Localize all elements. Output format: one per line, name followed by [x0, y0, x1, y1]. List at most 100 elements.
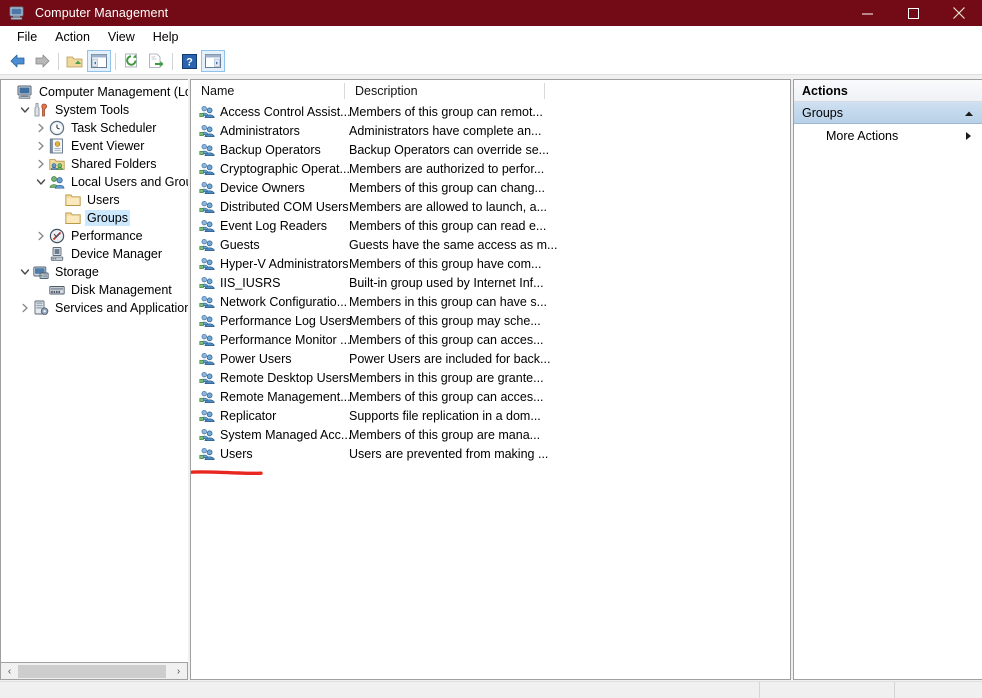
tree-item-label: Disk Management: [71, 283, 172, 297]
group-description-cell: Members are allowed to launch, a...: [349, 199, 548, 214]
table-row[interactable]: Performance Log Users Members of this gro…: [191, 311, 790, 330]
console-tree-pane[interactable]: Computer Management (Local System Tools Ta…: [0, 79, 188, 663]
table-row[interactable]: Backup Operators Backup Operators can ove…: [191, 140, 790, 159]
scroll-left-arrow-icon[interactable]: ‹: [1, 664, 18, 679]
groups-list-pane[interactable]: Name Description Access Control Assist..…: [190, 79, 791, 680]
table-row[interactable]: Replicator Supports file replication in a…: [191, 406, 790, 425]
column-header-name[interactable]: Name: [191, 80, 344, 102]
table-row[interactable]: Administrators Administrators have comple…: [191, 121, 790, 140]
services-applications-icon: [33, 300, 49, 316]
table-row[interactable]: IIS_IUSRS Built-in group used by Internet…: [191, 273, 790, 292]
menu-bar: File Action View Help: [0, 26, 982, 48]
group-name-cell: Guests: [220, 237, 260, 252]
chevron-up-icon[interactable]: [964, 102, 974, 124]
tree-item-shared-folders[interactable]: Shared Folders: [1, 155, 188, 173]
group-icon: [199, 123, 215, 139]
tree-item-storage[interactable]: Storage: [1, 263, 188, 281]
table-row[interactable]: Network Configuratio... Members in this g…: [191, 292, 790, 311]
group-description-cell: Administrators have complete an...: [349, 123, 542, 138]
tree-item-label: Task Scheduler: [71, 121, 157, 135]
tree-item-performance[interactable]: Performance: [1, 227, 188, 245]
tree-item-users[interactable]: Users: [1, 191, 188, 209]
table-row[interactable]: Device Owners Members of this group can c…: [191, 178, 790, 197]
refresh-button[interactable]: [120, 50, 144, 72]
forward-button[interactable]: [30, 50, 54, 72]
tree-item-label: Event Viewer: [71, 139, 145, 153]
group-icon: [199, 199, 215, 215]
chevron-right-icon[interactable]: [33, 227, 49, 245]
group-name-cell: Performance Log Users: [220, 313, 353, 328]
table-row[interactable]: Performance Monitor ... Members of this g…: [191, 330, 790, 349]
group-icon: [199, 351, 215, 367]
tree-item-label: Device Manager: [71, 247, 163, 261]
tree-item-groups[interactable]: Groups: [1, 209, 188, 227]
chevron-right-icon[interactable]: [33, 155, 49, 173]
table-row[interactable]: Power Users Power Users are included for …: [191, 349, 790, 368]
group-icon: [199, 180, 215, 196]
list-body: Access Control Assist... Members of this …: [191, 102, 790, 463]
local-users-groups-icon: [49, 174, 65, 190]
show-hide-action-pane-button[interactable]: [201, 50, 225, 72]
table-row[interactable]: Users Users are prevented from making ...: [191, 444, 790, 463]
table-row[interactable]: Cryptographic Operat... Members are autho…: [191, 159, 790, 178]
minimize-button[interactable]: [844, 0, 890, 26]
table-row[interactable]: System Managed Acc... Members of this gro…: [191, 425, 790, 444]
group-name-cell: Access Control Assist...: [220, 104, 351, 119]
chevron-right-icon[interactable]: [17, 299, 33, 317]
group-description-cell: Members of this group can acces...: [349, 389, 544, 404]
table-row[interactable]: Distributed COM Users Members are allowed…: [191, 197, 790, 216]
chevron-down-icon[interactable]: [17, 263, 33, 281]
scrollbar-track[interactable]: [18, 663, 170, 679]
table-row[interactable]: Guests Guests have the same access as m..…: [191, 235, 790, 254]
tree-item-label: Groups: [85, 210, 130, 226]
tree-item-computer-management-local[interactable]: Computer Management (Local: [1, 83, 188, 101]
title-bar: Computer Management: [0, 0, 982, 26]
close-button[interactable]: [936, 0, 982, 26]
toolbar: ?: [0, 48, 982, 75]
table-row[interactable]: Remote Management... Members of this grou…: [191, 387, 790, 406]
back-button[interactable]: [6, 50, 30, 72]
menu-help[interactable]: Help: [144, 28, 188, 46]
chevron-right-icon[interactable]: [33, 119, 49, 137]
toolbar-separator: [172, 52, 173, 70]
actions-group-label: Groups: [802, 105, 843, 120]
group-icon: [199, 313, 215, 329]
tree-item-task-scheduler[interactable]: Task Scheduler: [1, 119, 188, 137]
table-row[interactable]: Access Control Assist... Members of this …: [191, 102, 790, 121]
table-row[interactable]: Hyper-V Administrators Members of this gr…: [191, 254, 790, 273]
menu-view[interactable]: View: [99, 28, 144, 46]
group-description-cell: Members are authorized to perfor...: [349, 161, 545, 176]
chevron-right-icon[interactable]: [33, 137, 49, 155]
scroll-right-arrow-icon[interactable]: ›: [170, 664, 187, 679]
tree-item-services-and-applications[interactable]: Services and Applications: [1, 299, 188, 317]
scrollbar-thumb[interactable]: [18, 664, 166, 678]
menu-action[interactable]: Action: [46, 28, 99, 46]
menu-file[interactable]: File: [8, 28, 46, 46]
group-name-cell: Hyper-V Administrators: [220, 256, 349, 271]
action-item-more-actions[interactable]: More Actions: [794, 124, 982, 148]
tree-item-event-viewer[interactable]: Event Viewer: [1, 137, 188, 155]
maximize-button[interactable]: [890, 0, 936, 26]
triangle-right-icon: [965, 124, 972, 148]
tree-item-device-manager[interactable]: Device Manager: [1, 245, 188, 263]
chevron-down-icon[interactable]: [33, 173, 49, 191]
group-icon: [199, 104, 215, 120]
tree-horizontal-scrollbar[interactable]: ‹ ›: [0, 663, 188, 680]
help-button[interactable]: ?: [177, 50, 201, 72]
tree-item-label: Performance: [71, 229, 143, 243]
column-divider[interactable]: [544, 83, 545, 99]
tree-item-local-users-and-groups[interactable]: Local Users and Groups: [1, 173, 188, 191]
show-hide-console-tree-button[interactable]: [87, 50, 111, 72]
group-icon: [199, 237, 215, 253]
tree-item-system-tools[interactable]: System Tools: [1, 101, 188, 119]
column-header-description[interactable]: Description: [345, 80, 544, 102]
group-description-cell: Members of this group can chang...: [349, 180, 545, 195]
chevron-down-icon[interactable]: [17, 101, 33, 119]
tree-item-disk-management[interactable]: Disk Management: [1, 281, 188, 299]
export-list-button[interactable]: [144, 50, 168, 72]
table-row[interactable]: Remote Desktop Users Members in this grou…: [191, 368, 790, 387]
system-tools-icon: [33, 102, 49, 118]
actions-group-header[interactable]: Groups: [794, 102, 982, 124]
table-row[interactable]: Event Log Readers Members of this group c…: [191, 216, 790, 235]
up-one-level-button[interactable]: [63, 50, 87, 72]
